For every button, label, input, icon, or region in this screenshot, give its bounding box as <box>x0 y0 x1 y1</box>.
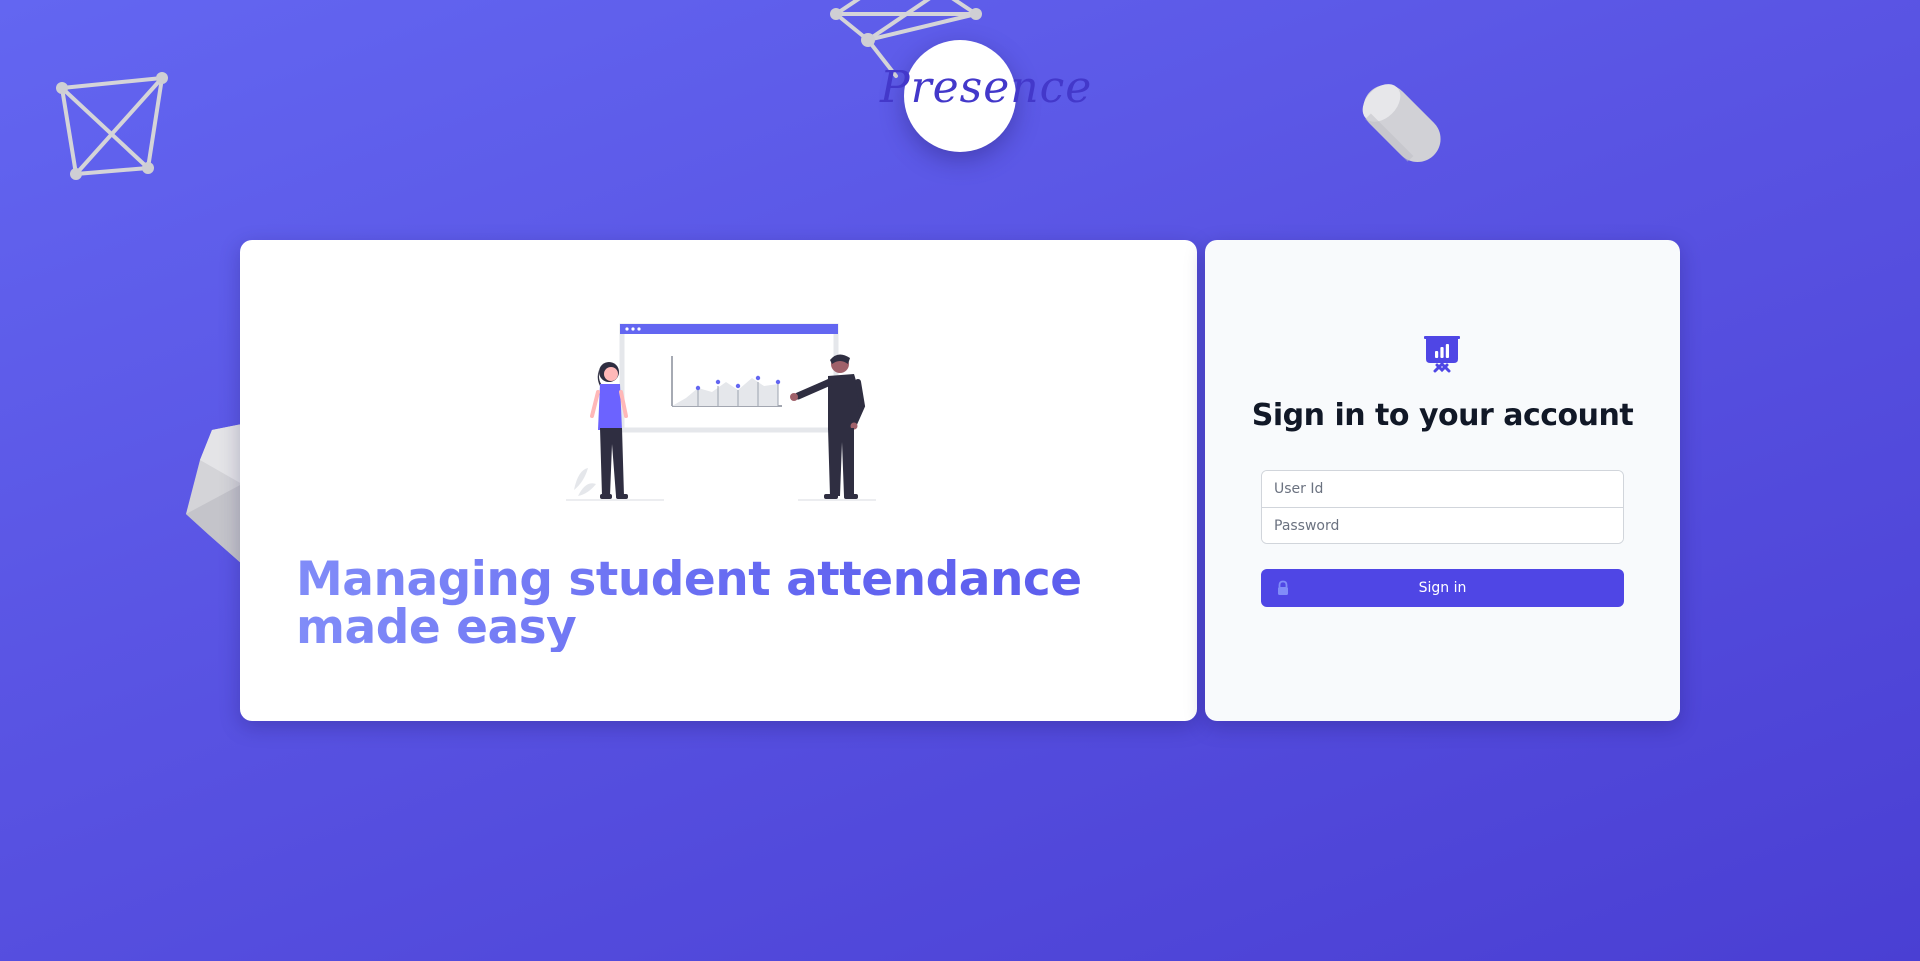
signin-button-label: Sign in <box>1418 580 1467 596</box>
user-id-input[interactable] <box>1262 471 1623 507</box>
hero-tagline: Managing student attendance made easy <box>296 556 1156 652</box>
wireframe-shape-top-left <box>56 72 168 180</box>
signin-card: Sign in to your account Sign in <box>1205 240 1680 721</box>
password-input[interactable] <box>1262 508 1623 543</box>
polyhedron-shape <box>186 424 242 564</box>
credentials-fields <box>1261 470 1624 544</box>
signin-button[interactable]: Sign in <box>1261 569 1624 607</box>
logo: Presence <box>880 62 1093 113</box>
presentation-chart-icon <box>1424 336 1460 373</box>
hero-card: Managing student attendance made easy <box>240 240 1197 721</box>
lock-icon <box>1278 580 1288 595</box>
cylinder-shape <box>1362 84 1441 162</box>
signin-title: Sign in to your account <box>1251 398 1634 433</box>
presentation-chart-illustration <box>566 323 876 501</box>
